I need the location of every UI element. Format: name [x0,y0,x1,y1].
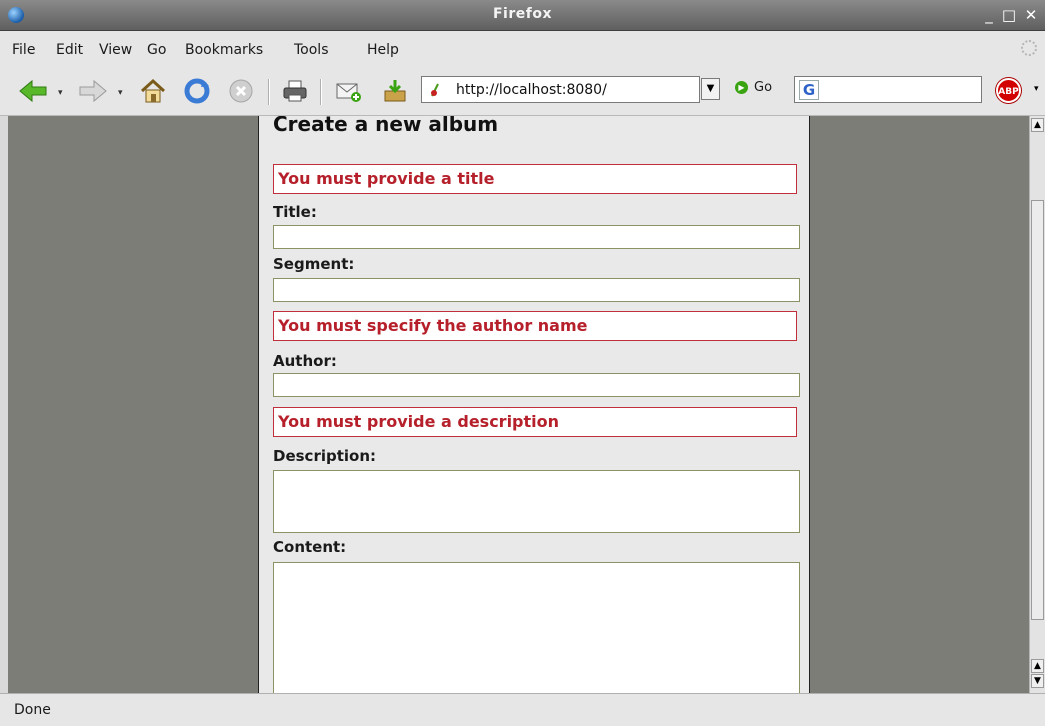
menu-tools[interactable]: Tools [294,42,329,58]
content-label: Content: [273,538,347,556]
back-arrow-icon [19,79,47,103]
menu-bar: File Edit View Go Bookmarks Tools Help [0,31,1045,67]
go-label: Go [754,80,773,95]
new-message-button[interactable] [333,77,363,105]
toolbar-separator [320,79,322,105]
forward-button[interactable] [78,77,108,105]
segment-field[interactable] [273,278,800,302]
download-icon [384,80,406,102]
description-field[interactable] [273,470,800,533]
adblock-plus-button[interactable]: ABP [996,78,1021,103]
description-label: Description: [273,447,377,465]
menu-file[interactable]: File [12,42,35,58]
forward-dropdown-icon[interactable]: ▾ [118,88,123,98]
page-title: Create a new album [273,116,499,136]
go-button[interactable]: ▶ Go [735,80,772,95]
scroll-up-arrow-icon[interactable]: ▲ [1031,659,1044,673]
back-button[interactable] [18,77,48,105]
minimize-button[interactable]: _ [980,6,998,24]
reload-button[interactable] [182,77,212,105]
menu-view[interactable]: View [99,42,132,58]
throbber-icon [1021,40,1037,56]
adblock-dropdown-icon[interactable]: ▾ [1034,84,1039,94]
menu-edit[interactable]: Edit [56,42,83,58]
home-button[interactable] [138,77,168,105]
toolbar-separator [268,79,270,105]
description-error-message: You must provide a description [273,407,797,437]
status-text: Done [14,702,51,718]
reload-icon [184,78,210,104]
close-button[interactable]: ✕ [1022,6,1040,24]
author-label: Author: [273,352,337,370]
author-field[interactable] [273,373,800,397]
author-error-message: You must specify the author name [273,311,797,341]
search-input[interactable]: G [794,76,982,103]
url-bar[interactable]: http://localhost:8080/ [421,76,700,103]
window-title: Firefox [492,6,552,22]
forward-arrow-icon [79,79,107,103]
status-bar: Done [0,693,1045,726]
home-icon [140,78,166,103]
scrollbar-thumb[interactable] [1031,200,1044,620]
segment-label: Segment: [273,255,355,273]
back-dropdown-icon[interactable]: ▾ [58,88,63,98]
url-text[interactable]: http://localhost:8080/ [456,82,607,98]
album-form-panel: Create a new album You must provide a ti… [258,116,810,693]
download-button[interactable] [380,77,410,105]
web-viewport: Create a new album You must provide a ti… [8,116,1029,693]
stop-icon [229,79,253,103]
vertical-scrollbar[interactable]: ▲ ▲ ▼ [1029,116,1045,693]
content-field[interactable] [273,562,800,693]
window-titlebar: Firefox _ □ ✕ [0,0,1045,31]
go-arrow-icon: ▶ [735,81,748,94]
print-icon [283,80,307,102]
print-button[interactable] [280,77,310,105]
google-search-engine-icon[interactable]: G [799,80,819,100]
scroll-down-arrow-icon[interactable]: ▼ [1031,674,1044,688]
title-error-message: You must provide a title [273,164,797,194]
site-favicon-icon [431,83,439,97]
maximize-button[interactable]: □ [1000,6,1018,24]
stop-button[interactable] [226,77,256,105]
menu-go[interactable]: Go [147,42,166,58]
title-field[interactable] [273,225,800,249]
menu-bookmarks[interactable]: Bookmarks [185,42,263,58]
menu-help[interactable]: Help [367,42,399,58]
new-message-icon [336,83,361,102]
title-label: Title: [273,203,317,221]
url-dropdown-button[interactable]: ▼ [701,78,720,100]
scroll-up-arrow-icon[interactable]: ▲ [1031,118,1044,132]
